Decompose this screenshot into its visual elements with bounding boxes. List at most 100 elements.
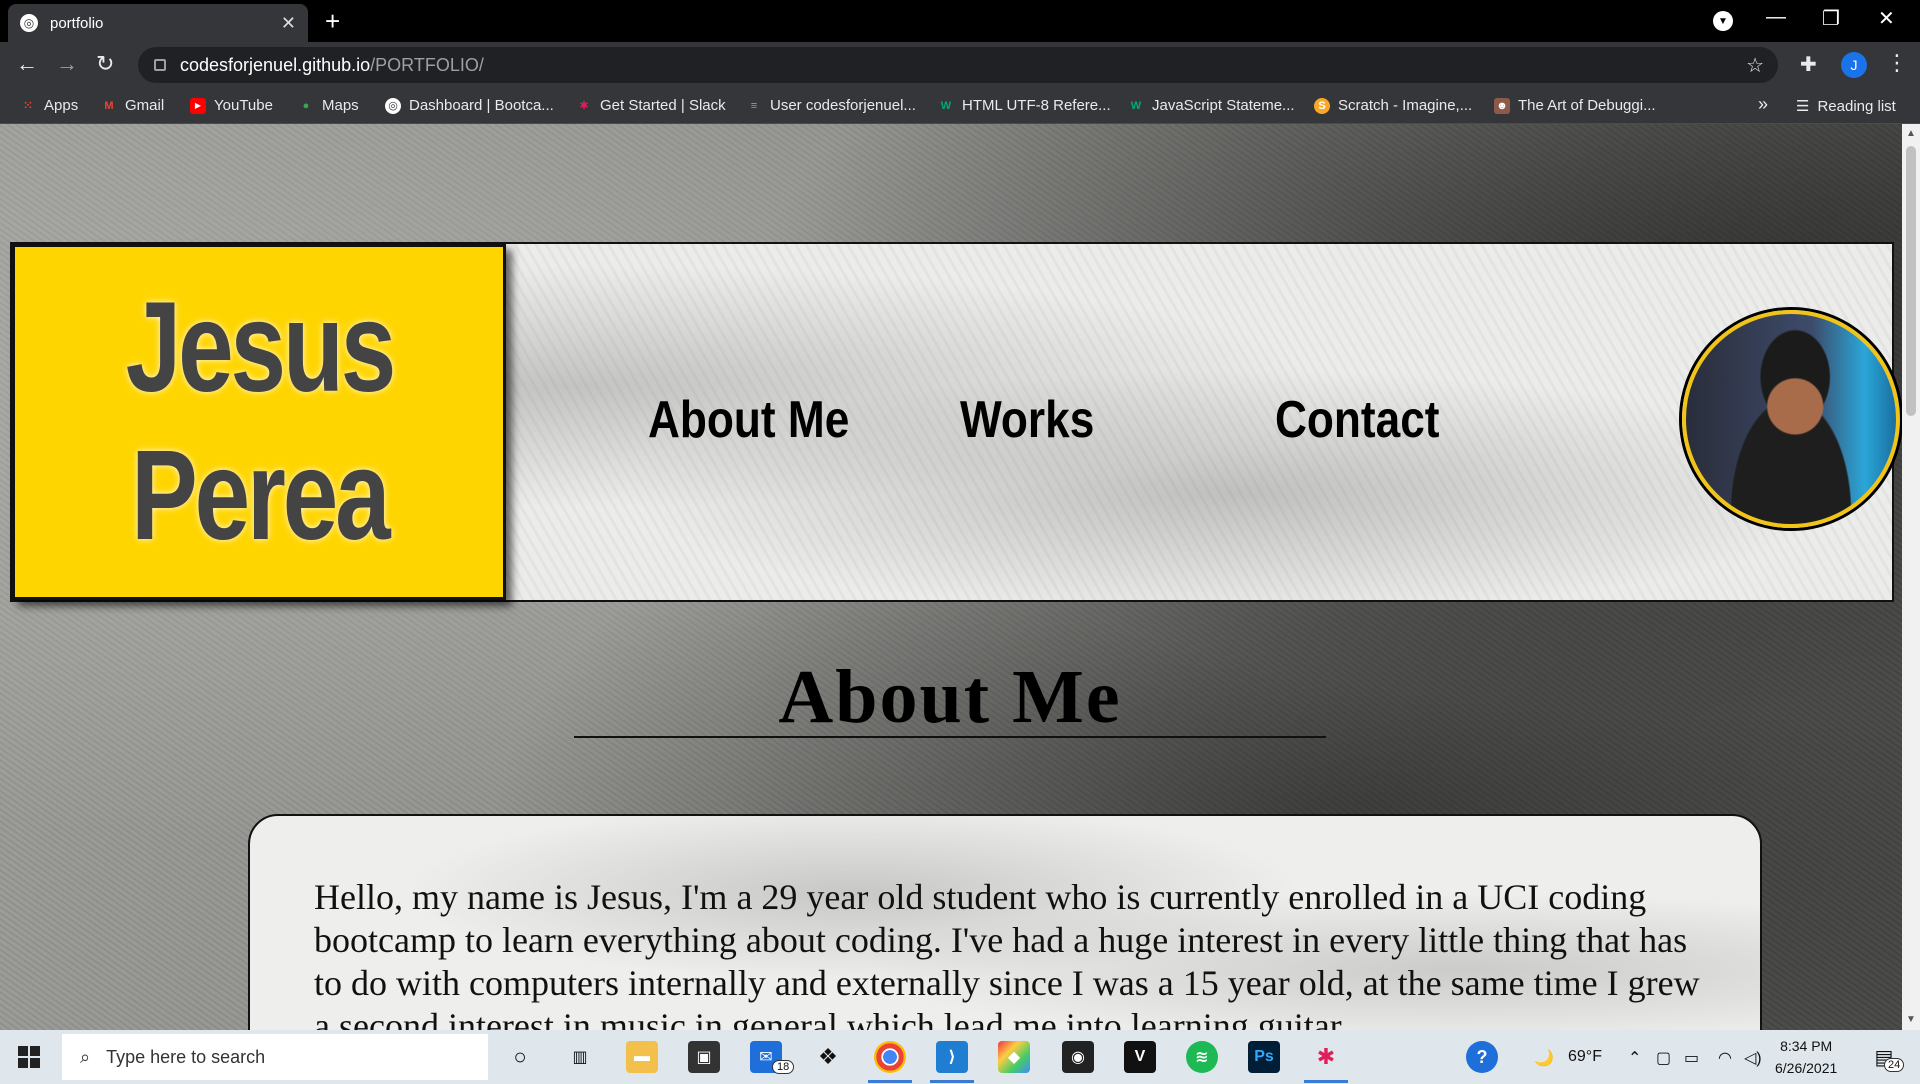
bookmark-youtube[interactable]: ▶ YouTube xyxy=(190,97,273,114)
bookmark-label: JavaScript Stateme... xyxy=(1152,97,1295,114)
spotify-icon[interactable]: ≋ xyxy=(1186,1041,1218,1073)
mail-badge: 18 xyxy=(772,1060,795,1074)
bookmark-apps[interactable]: ⁙ Apps xyxy=(20,97,78,114)
url-host: codesforjenuel.github.io xyxy=(180,54,371,75)
youtube-icon: ▶ xyxy=(190,97,206,114)
bookmark-label: Scratch - Imagine,... xyxy=(1338,97,1473,114)
slack-icon: ✱ xyxy=(579,100,589,112)
bookmark-art-of-debugging[interactable]: ☻ The Art of Debuggi... xyxy=(1494,97,1656,114)
name-first: Jesus xyxy=(125,276,396,419)
back-icon[interactable]: ← xyxy=(16,52,38,76)
bookmark-label: Maps xyxy=(322,97,359,114)
scratch-icon: S xyxy=(1314,97,1330,114)
volume-icon[interactable]: ◁) xyxy=(1744,1048,1762,1068)
bookmark-star-icon[interactable]: ☆ xyxy=(1746,53,1764,78)
bookmark-dashboard[interactable]: ◎ Dashboard | Bootca... xyxy=(385,97,554,114)
tab-title: portfolio xyxy=(50,14,104,32)
notifications-badge: 24 xyxy=(1884,1058,1905,1072)
bookmark-label: Gmail xyxy=(125,97,165,114)
bookmark-label: User codesforjenuel... xyxy=(770,97,916,114)
maps-icon: ● xyxy=(302,99,310,112)
vscode-icon[interactable]: ⟩ xyxy=(936,1041,968,1073)
reload-icon[interactable]: ↻ xyxy=(96,52,114,76)
menu-icon[interactable]: ⋮ xyxy=(1886,50,1908,76)
bookmark-gmail[interactable]: M Gmail xyxy=(101,97,164,114)
reading-list-button[interactable]: ☰ Reading list xyxy=(1796,97,1896,115)
page-scrollbar[interactable]: ▲ ▼ xyxy=(1902,124,1920,1030)
nav-link-works[interactable]: Works xyxy=(960,390,1094,450)
bookmark-label: The Art of Debuggi... xyxy=(1518,97,1656,114)
bookmarks-bar: ⁙ Apps M Gmail ▶ YouTube ● Maps ◎ Dashboard |… xyxy=(0,88,1920,124)
section-title-about-me: About Me xyxy=(778,655,1122,739)
weather-temp[interactable]: 69°F xyxy=(1568,1048,1602,1066)
close-window-icon[interactable]: ✕ xyxy=(1878,6,1895,31)
reading-list-icon: ☰ xyxy=(1796,98,1810,115)
photoshop-icon[interactable]: Ps xyxy=(1248,1041,1280,1073)
profile-photo xyxy=(1682,310,1900,528)
nav-link-contact[interactable]: Contact xyxy=(1275,390,1440,450)
search-icon: ⌕ xyxy=(80,1046,91,1067)
gmail-icon: M xyxy=(104,99,114,112)
scroll-down-icon[interactable]: ▼ xyxy=(1906,1014,1916,1025)
minimize-icon[interactable]: — xyxy=(1766,6,1786,29)
taskbar-search[interactable]: ⌕ Type here to search xyxy=(62,1034,488,1080)
section-divider xyxy=(574,736,1326,738)
task-view-icon[interactable]: ▥ xyxy=(564,1041,596,1073)
browser-titlebar: ◎ portfolio ✕ + ▼ — ❐ ✕ xyxy=(0,0,1920,42)
bookmark-label: Apps xyxy=(44,97,79,114)
url-path: /PORTFOLIO/ xyxy=(370,54,484,75)
more-bookmarks-button[interactable]: » xyxy=(1758,94,1768,115)
bookmark-maps[interactable]: ● Maps xyxy=(298,97,359,114)
lock-icon[interactable] xyxy=(154,59,166,71)
forward-icon[interactable]: → xyxy=(56,52,78,76)
windows-start-icon[interactable] xyxy=(18,1046,40,1068)
bookmark-scratch[interactable]: S Scratch - Imagine,... xyxy=(1314,97,1472,114)
weather-icon[interactable]: 🌙 xyxy=(1534,1048,1554,1068)
bookmark-slack[interactable]: ✱ Get Started | Slack xyxy=(576,97,726,114)
system-clock[interactable]: 8:34 PM 6/26/2021 xyxy=(1775,1035,1837,1079)
vscode-active-indicator xyxy=(930,1080,974,1083)
restore-icon[interactable]: ❐ xyxy=(1822,6,1840,31)
bookmark-label: YouTube xyxy=(214,97,273,114)
apps-grid-icon: ⁙ xyxy=(23,100,33,112)
browser-tab-active[interactable]: ◎ portfolio ✕ xyxy=(8,4,308,42)
page-viewport: Jesus Perea About Me Works Contact About… xyxy=(0,124,1920,1030)
address-bar[interactable]: codesforjenuel.github.io/PORTFOLIO/ ☆ xyxy=(138,47,1778,83)
extensions-icon[interactable]: ✚ xyxy=(1800,52,1817,77)
slack-icon[interactable]: ✱ xyxy=(1310,1041,1342,1073)
bookmark-label: Get Started | Slack xyxy=(600,97,726,114)
bookmark-stackoverflow[interactable]: ≡ User codesforjenuel... xyxy=(746,97,916,114)
name-last: Perea xyxy=(130,424,391,567)
bookmark-label: Dashboard | Bootca... xyxy=(409,97,554,114)
battery-icon[interactable]: ▭ xyxy=(1684,1048,1699,1068)
browser-toolbar: ← → ↻ codesforjenuel.github.io/PORTFOLIO… xyxy=(0,42,1920,88)
tab-search-icon[interactable]: ▼ xyxy=(1713,11,1733,31)
clock-time: 8:34 PM xyxy=(1780,1038,1833,1054)
profile-avatar[interactable]: J xyxy=(1841,52,1867,78)
bookmark-html-utf8[interactable]: W HTML UTF-8 Refere... xyxy=(938,97,1111,114)
site-header: Jesus Perea About Me Works Contact xyxy=(10,242,1900,602)
globe-icon: ◎ xyxy=(20,14,38,32)
person-icon: ☻ xyxy=(1494,97,1510,114)
nav-link-about-me[interactable]: About Me xyxy=(648,390,849,450)
meet-now-icon[interactable]: ▢ xyxy=(1656,1048,1671,1068)
dropbox-icon[interactable]: ❖ xyxy=(812,1041,844,1073)
w3schools-icon: W xyxy=(1130,99,1142,112)
help-icon[interactable]: ? xyxy=(1466,1041,1498,1073)
close-tab-icon[interactable]: ✕ xyxy=(281,13,296,34)
wifi-icon[interactable]: ◠ xyxy=(1718,1048,1732,1068)
chevron-up-icon[interactable]: ⌃ xyxy=(1628,1048,1641,1068)
new-tab-button[interactable]: + xyxy=(325,8,340,34)
vectorworks-icon[interactable]: V xyxy=(1124,1041,1156,1073)
chrome-icon[interactable] xyxy=(874,1041,906,1073)
gitkraken-icon[interactable]: ◆ xyxy=(998,1041,1030,1073)
store-icon[interactable]: ▣ xyxy=(688,1041,720,1073)
name-logo-box: Jesus Perea xyxy=(12,244,506,600)
file-explorer-icon[interactable]: ▬ xyxy=(626,1041,658,1073)
bookmark-javascript[interactable]: W JavaScript Stateme... xyxy=(1128,97,1295,114)
scrollbar-thumb[interactable] xyxy=(1906,146,1916,416)
chrome-active-indicator xyxy=(868,1080,912,1083)
cortana-icon[interactable]: ○ xyxy=(504,1041,536,1073)
scroll-up-icon[interactable]: ▲ xyxy=(1906,128,1916,139)
obs-icon[interactable]: ◉ xyxy=(1062,1041,1094,1073)
